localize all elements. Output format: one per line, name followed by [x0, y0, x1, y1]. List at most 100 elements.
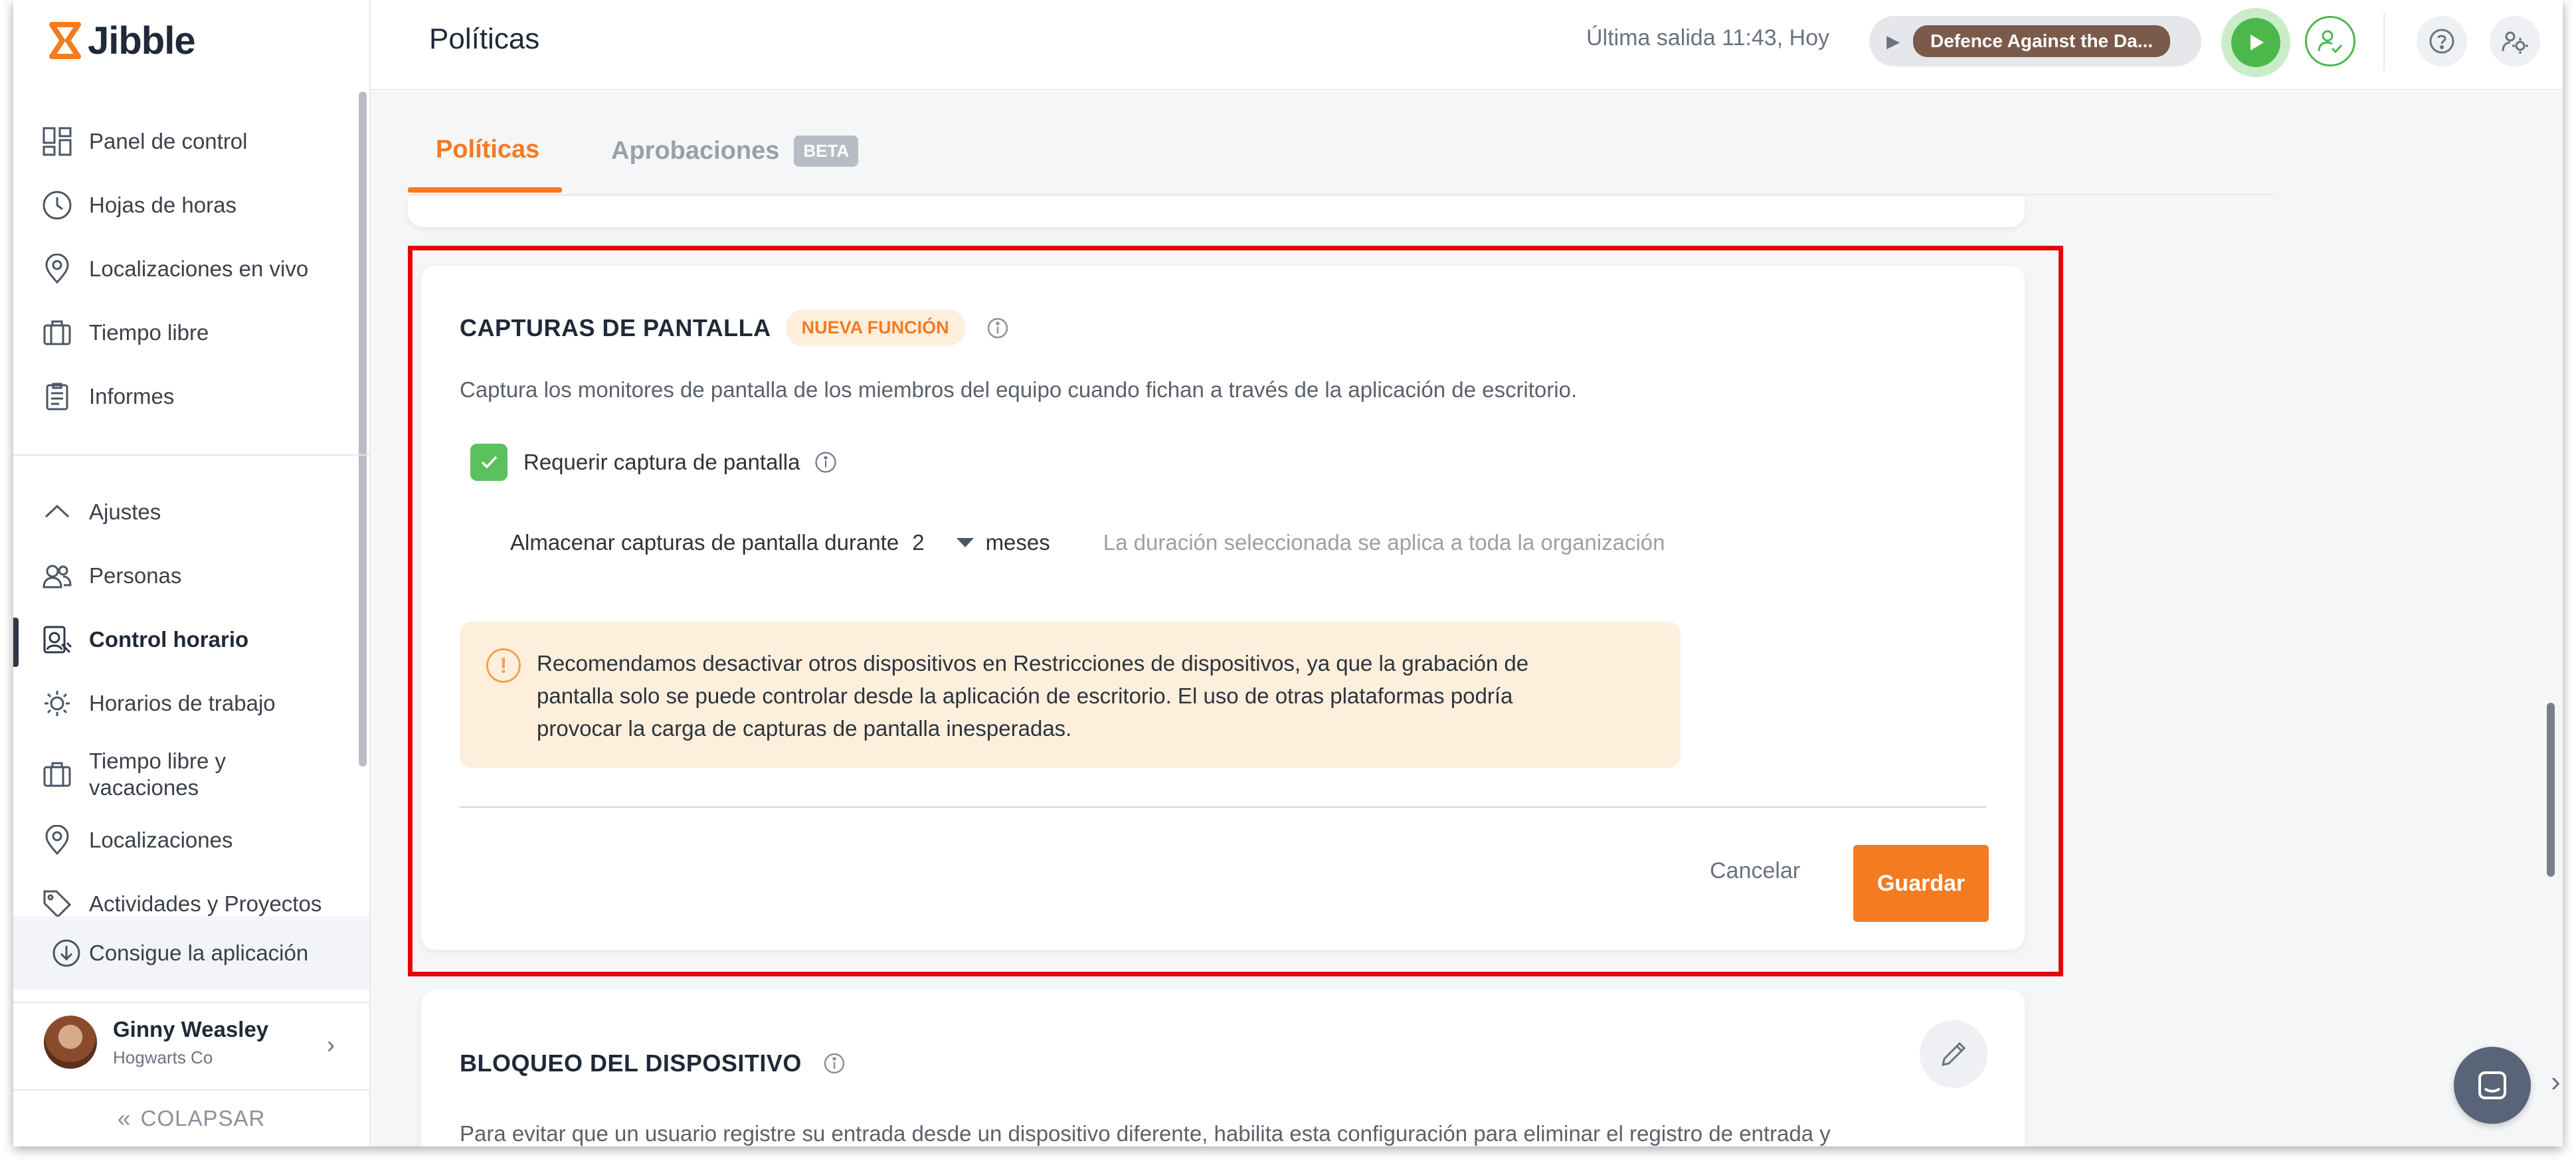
chevron-up-icon [40, 495, 74, 529]
tab-policies[interactable]: Políticas [436, 135, 539, 164]
sidebar-item-time-tracking[interactable]: Control horario [40, 616, 248, 663]
sidebar-item-label: Localizaciones [89, 828, 233, 852]
time-tracking-icon [40, 622, 74, 657]
user-check-icon [2318, 30, 2343, 54]
device-lock-title: BLOQUEO DEL DISPOSITIVO [460, 1049, 802, 1077]
retention-value[interactable]: 2 [912, 530, 924, 555]
last-clock-out: Última salida 11:43, Hoy [1586, 25, 1829, 50]
header-divider [2383, 13, 2385, 70]
jibble-logo[interactable]: Jibble [48, 17, 196, 64]
app-window: Jibble Panel de control Hojas de horas L… [13, 0, 2563, 1146]
previous-card-bottom [408, 197, 2025, 227]
get-app-button[interactable]: Consigue la aplicación [13, 917, 369, 990]
activity-selector[interactable]: ▶ Defence Against the Da... [1869, 16, 2201, 66]
suitcase-icon [40, 316, 74, 350]
sidebar-item-label: Control horario [89, 627, 249, 652]
tab-approvals[interactable]: Aprobaciones BETA [611, 135, 859, 167]
retention-note: La duración seleccionada se aplica a tod… [1103, 530, 1665, 555]
screenshots-title: CAPTURAS DE PANTALLA [460, 314, 771, 341]
edit-button[interactable] [1920, 1020, 1987, 1088]
warning-text-line: Recomendamos desactivar otros dispositiv… [537, 651, 1529, 676]
chat-icon [2478, 1071, 2506, 1099]
help-icon [2429, 29, 2454, 54]
chat-button[interactable] [2454, 1047, 2531, 1124]
require-screenshot-checkbox[interactable] [470, 444, 507, 481]
play-small-icon: ▶ [1886, 31, 1900, 51]
tab-approvals-label: Aprobaciones [611, 137, 780, 165]
sidebar-scrollbar[interactable] [359, 92, 367, 767]
sidebar-item-dashboard[interactable]: Panel de control [40, 118, 248, 165]
warning-text-line: provocar la carga de capturas de pantall… [537, 716, 1072, 741]
download-icon [50, 937, 82, 969]
sidebar-item-locations[interactable]: Localizaciones [40, 817, 232, 863]
require-screenshot-label: Requerir captura de pantalla [523, 450, 800, 474]
tabs-bar: Políticas Aprobaciones BETA [408, 92, 2274, 195]
sidebar-item-label: Panel de control [89, 129, 248, 153]
location-pin-icon [40, 252, 74, 286]
main-content: Políticas Aprobaciones BETA CAPTURAS DE … [371, 92, 2563, 1146]
card-divider [460, 806, 1986, 808]
save-button[interactable]: Guardar [1853, 845, 1989, 922]
dropdown-caret-icon[interactable] [956, 538, 974, 547]
retention-unit: meses [985, 530, 1050, 555]
beta-badge: BETA [794, 135, 859, 167]
help-button[interactable] [2417, 16, 2467, 66]
activity-tag: Defence Against the Da... [1913, 25, 2171, 57]
cancel-button[interactable]: Cancelar [1710, 858, 1800, 884]
sidebar-item-time-off-holidays[interactable]: Tiempo libre y vacaciones [40, 748, 288, 804]
device-lock-card: BLOQUEO DEL DISPOSITIVO Para evitar que … [421, 990, 2025, 1146]
warning-icon: ! [486, 648, 521, 683]
location-pin-icon [40, 823, 74, 857]
checkmark-icon [481, 456, 498, 469]
sidebar-item-people[interactable]: Personas [40, 553, 181, 599]
content-scrollbar[interactable] [2547, 703, 2555, 877]
sidebar-item-label: Hojas de horas [89, 193, 236, 217]
clock-icon [40, 188, 74, 223]
suitcase-icon [40, 757, 74, 792]
page-title: Políticas [429, 23, 540, 55]
user-profile[interactable]: Ginny Weasley Hogwarts Co › [13, 1002, 369, 1081]
work-schedule-icon [40, 686, 74, 721]
chevron-right-icon: › [327, 1031, 335, 1058]
settings-user-icon [2502, 31, 2528, 54]
retention-row: Almacenar capturas de pantalla durante 2… [510, 530, 1665, 555]
device-lock-description: Para evitar que un usuario registre su e… [460, 1121, 1831, 1146]
user-org: Hogwarts Co [113, 1047, 213, 1067]
sidebar-item-label: Ajustes [89, 499, 161, 524]
new-feature-badge: NUEVA FUNCIÓN [785, 310, 965, 346]
collapse-button[interactable]: « COLAPSAR [13, 1089, 369, 1146]
retention-label: Almacenar capturas de pantalla durante [510, 530, 899, 555]
info-icon[interactable] [814, 451, 837, 474]
get-app-label: Consigue la aplicación [89, 941, 309, 965]
jibble-logo-icon [48, 22, 82, 59]
sidebar-item-live-locations[interactable]: Localizaciones en vivo [40, 246, 308, 292]
sidebar-item-timesheets[interactable]: Hojas de horas [40, 182, 236, 228]
sidebar-item-label: Actividades y Proyectos [89, 891, 322, 916]
info-icon[interactable] [823, 1052, 846, 1075]
brand-name: Jibble [88, 19, 196, 62]
clock-in-for-member-button[interactable] [2305, 16, 2355, 66]
active-tab-underline [408, 187, 562, 193]
people-icon [40, 559, 74, 593]
warning-banner: ! Recomendamos desactivar otros disposit… [460, 622, 1681, 768]
sidebar-divider [13, 454, 369, 456]
sidebar-item-reports[interactable]: Informes [40, 373, 174, 420]
play-icon [2231, 18, 2280, 67]
warning-text-line: pantalla solo se puede controlar desde l… [537, 683, 1513, 708]
user-name: Ginny Weasley [113, 1016, 269, 1041]
sidebar-item-settings[interactable]: Ajustes [40, 489, 161, 535]
pencil-icon [1942, 1041, 1966, 1066]
org-settings-button[interactable] [2490, 16, 2540, 66]
sidebar-item-label: Tiempo libre [89, 320, 209, 345]
sidebar-item-label: Personas [89, 563, 182, 588]
collapse-label: COLAPSAR [140, 1106, 266, 1130]
sidebar-item-time-off[interactable]: Tiempo libre [40, 310, 209, 356]
screenshots-card: CAPTURAS DE PANTALLA NUEVA FUNCIÓN Captu… [421, 266, 2025, 950]
clipboard-icon [40, 379, 74, 414]
sidebar-item-label: Tiempo libre y vacaciones [89, 749, 227, 800]
info-icon[interactable] [986, 317, 1009, 339]
sidebar-item-work-schedules[interactable]: Horarios de trabajo [40, 680, 276, 727]
clock-in-button[interactable] [2221, 8, 2290, 77]
active-indicator [13, 618, 19, 667]
chevron-right-icon[interactable]: › [2551, 1065, 2561, 1099]
